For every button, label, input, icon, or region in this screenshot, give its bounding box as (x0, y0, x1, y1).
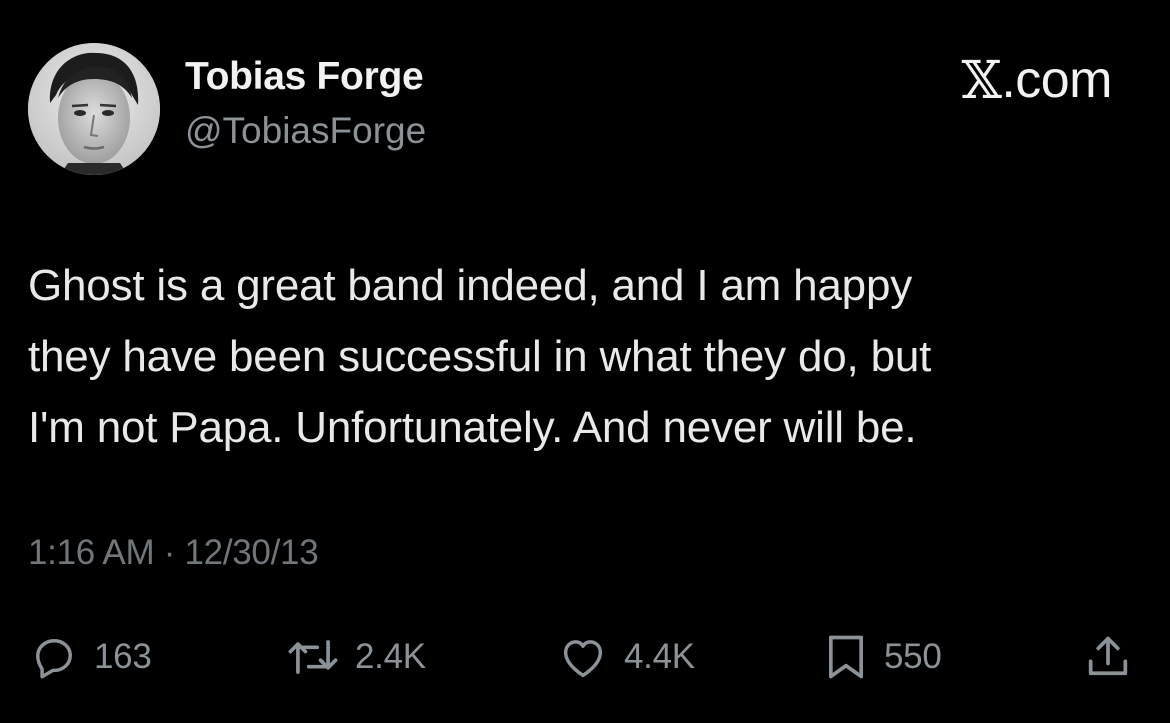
reply-button[interactable]: 163 (28, 625, 152, 689)
x-logo: 𝕏.com (961, 50, 1112, 111)
bookmark-button[interactable]: 550 (822, 625, 942, 689)
share-icon (1082, 631, 1134, 683)
heart-icon (556, 631, 610, 683)
repost-count: 2.4K (355, 637, 426, 676)
bookmark-count: 550 (884, 637, 942, 676)
avatar-photo (28, 43, 160, 175)
bookmark-icon (822, 631, 870, 683)
repost-icon (285, 631, 341, 683)
share-button[interactable] (1082, 625, 1134, 689)
author-display-name[interactable]: Tobias Forge (185, 55, 424, 99)
reply-icon (28, 631, 80, 683)
like-button[interactable]: 4.4K (556, 625, 695, 689)
repost-button[interactable]: 2.4K (285, 625, 426, 689)
avatar[interactable] (28, 43, 160, 175)
tweet-text: Ghost is a great band indeed, and I am h… (28, 261, 932, 452)
x-logo-suffix: .com (1001, 51, 1112, 109)
action-bar: 163 2.4K 4.4K 550 (0, 625, 1170, 689)
x-logo-icon: 𝕏 (961, 51, 1002, 111)
like-count: 4.4K (624, 637, 695, 676)
reply-count: 163 (94, 637, 152, 676)
tweet-card: Tobias Forge @TobiasForge 𝕏.com Ghost is… (0, 0, 1170, 723)
author-handle[interactable]: @TobiasForge (185, 110, 426, 152)
tweet-timestamp[interactable]: 1:16 AM · 12/30/13 (28, 533, 319, 573)
